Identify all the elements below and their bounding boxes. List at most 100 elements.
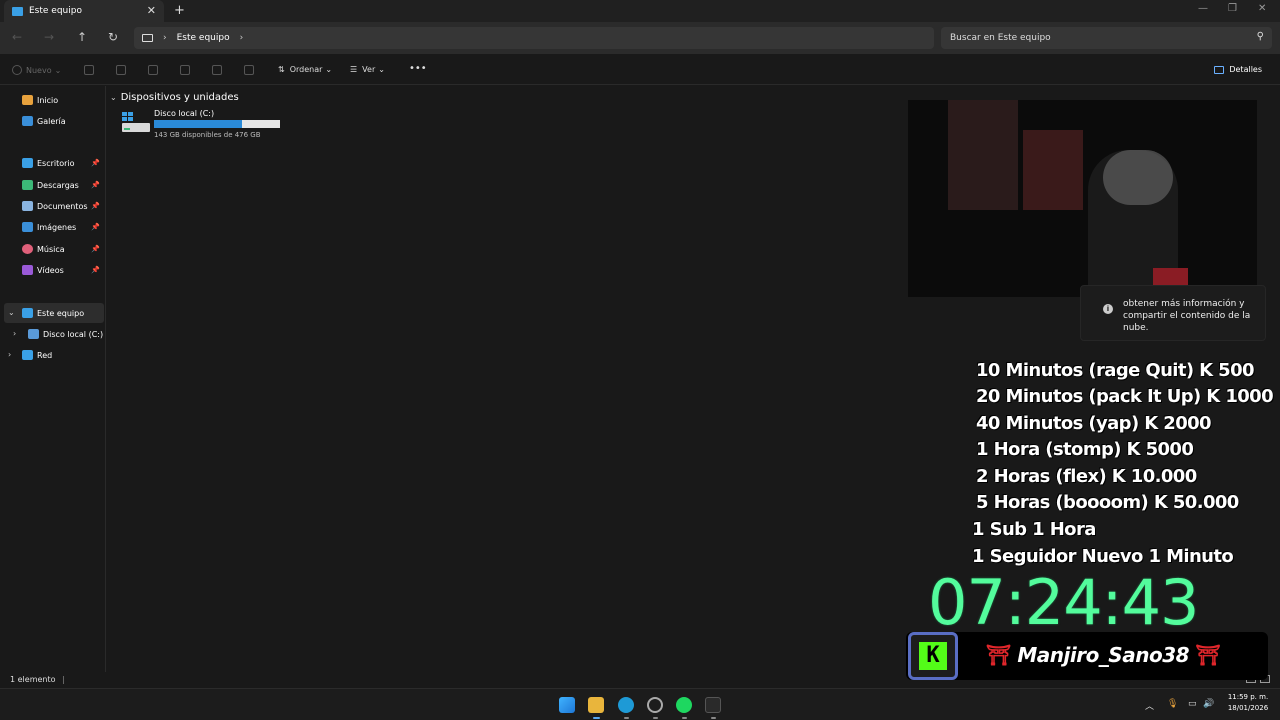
sidebar-item-label: Este equipo [37,308,85,318]
sidebar-item-label: Documentos [37,201,88,211]
drive-name: Disco local (C:) [154,109,215,118]
drive-free-space: 143 GB disponibles de 476 GB [154,131,261,139]
forward-button[interactable]: → [44,30,54,44]
up-button[interactable]: ↑ [77,30,87,44]
details-button[interactable]: Detalles [1214,65,1262,74]
system-clock[interactable]: 11:59 p. m. 18/01/2026 [1222,692,1274,714]
music-icon [22,244,33,254]
torii-icon: ⛩ [986,643,1011,667]
network-icon [22,350,33,360]
share-icon[interactable] [212,65,222,75]
pc-icon [142,34,153,42]
maximize-button[interactable]: ❐ [1228,3,1237,14]
pin-icon[interactable]: 📌 [91,202,100,210]
clock-time: 11:59 p. m. [1227,693,1269,701]
webcam-overlay [908,100,1257,297]
chevron-up-icon[interactable]: ︿ [1145,699,1154,712]
copy-icon[interactable] [116,65,126,75]
close-window-button[interactable]: ✕ [1258,3,1266,14]
username-text: Manjiro_Sano38 [1017,643,1190,667]
search-input[interactable]: Buscar en Este equipo ⚲ [941,27,1272,49]
title-bar: Este equipo ✕ + — ❐ ✕ [0,0,1280,22]
torii-icon: ⛩ [1195,643,1221,667]
goal-line: 1 Seguidor Nuevo 1 Minuto [972,546,1234,567]
kick-logo-icon: K [908,632,958,680]
file-explorer-icon[interactable] [588,697,604,713]
chrome-browser-icon[interactable] [647,697,663,713]
running-indicator [653,717,658,719]
drive-item-c[interactable]: Disco local (C:) 143 GB disponibles de 4… [118,108,288,142]
more-options-button[interactable]: ••• [409,63,427,74]
drive-usage-bar [154,120,280,128]
sidebar-item-galeria[interactable]: Galería [22,111,102,131]
sidebar-item-label: Descargas [37,180,79,190]
pin-icon[interactable]: 📌 [91,245,100,253]
sidebar-item-disco-local[interactable]: › Disco local (C:) [0,324,104,344]
pc-icon [12,6,23,16]
breadcrumb-este-equipo[interactable]: Este equipo [177,33,230,43]
running-indicator [711,717,716,719]
goal-line: 2 Horas (flex) K 10.000 [976,466,1197,487]
subathon-timer: 07:24:43 [928,566,1199,639]
streamer-username: ⛩ Manjiro_Sano38 ⛩ [986,643,1221,667]
wall-poster [948,100,1018,210]
sidebar-item-este-equipo[interactable]: ⌄ Este equipo [4,303,104,323]
address-bar[interactable]: › Este equipo › [134,27,934,49]
pictures-icon [22,222,33,232]
goal-line: 10 Minutos (rage Quit) K 500 [976,360,1255,381]
search-icon: ⚲ [1256,31,1264,42]
paste-icon[interactable] [148,65,158,75]
microphone-icon[interactable]: 🎙 [1167,699,1178,709]
back-button[interactable]: ← [12,30,22,44]
cut-icon[interactable] [84,65,94,75]
sidebar-item-label: Música [37,244,65,254]
tab-close-icon[interactable]: ✕ [147,4,156,17]
pin-icon[interactable]: 📌 [91,181,100,189]
sidebar-item-escritorio[interactable]: Escritorio 📌 [22,153,104,173]
sidebar-item-red[interactable]: › Red [0,345,104,365]
call-of-duty-icon[interactable] [705,697,721,713]
chevron-right-icon[interactable]: › [8,350,11,359]
windows-start-icon[interactable] [559,697,575,713]
new-tab-button[interactable]: + [174,3,185,18]
chevron-right-icon[interactable]: › [13,329,16,338]
spotify-icon[interactable] [676,697,692,713]
edge-browser-icon[interactable] [618,697,634,713]
details-label: Detalles [1229,65,1262,74]
command-bar: Nuevo ⌄ ⇅ Ordenar ⌄ ☰ Ver ⌄ ••• [0,55,1280,85]
sidebar-item-descargas[interactable]: Descargas 📌 [22,175,104,195]
refresh-button[interactable]: ↻ [108,30,118,44]
sort-button[interactable]: ⇅ Ordenar ⌄ [278,65,332,74]
sidebar-item-musica[interactable]: Música 📌 [22,239,104,259]
drive-usage-fill [154,120,243,128]
plus-circle-icon [12,65,22,75]
goal-line: 5 Horas (boooom) K 50.000 [976,492,1239,513]
breadcrumb-chevron[interactable]: › [240,33,244,43]
gallery-icon [22,116,33,126]
navigation-pane: Inicio Galería Escritorio 📌 Descargas 📌 … [0,86,106,672]
pin-icon[interactable]: 📌 [91,266,100,274]
pin-icon[interactable]: 📌 [91,159,100,167]
volume-icon[interactable]: 🔊 [1203,699,1214,709]
rename-icon[interactable] [180,65,190,75]
tab-este-equipo[interactable]: Este equipo ✕ [4,0,164,22]
minimize-button[interactable]: — [1198,3,1208,14]
pin-icon[interactable]: 📌 [91,223,100,231]
network-status-icon[interactable]: ▭ [1188,699,1197,709]
sidebar-item-inicio[interactable]: Inicio [22,90,102,110]
new-button[interactable]: Nuevo ⌄ [12,65,61,75]
details-pane-icon [1214,65,1225,74]
group-header-devices[interactable]: ⌄ Dispositivos y unidades [110,92,239,103]
videos-icon [22,265,33,275]
sidebar-item-imagenes[interactable]: Imágenes 📌 [22,217,104,237]
breadcrumb-separator: › [163,33,167,43]
view-button[interactable]: ☰ Ver ⌄ [350,65,385,74]
sidebar-item-videos[interactable]: Vídeos 📌 [22,260,104,280]
item-count: 1 elemento [10,675,56,684]
sidebar-item-documentos[interactable]: Documentos 📌 [22,196,104,216]
address-row: ← → ↑ ↻ › Este equipo › Buscar en Este e… [0,22,1280,54]
status-bar: 1 elemento | [10,675,65,684]
chevron-down-icon[interactable]: ⌄ [8,308,15,317]
chevron-down-icon[interactable]: ⌄ [110,93,117,102]
delete-icon[interactable] [244,65,254,75]
